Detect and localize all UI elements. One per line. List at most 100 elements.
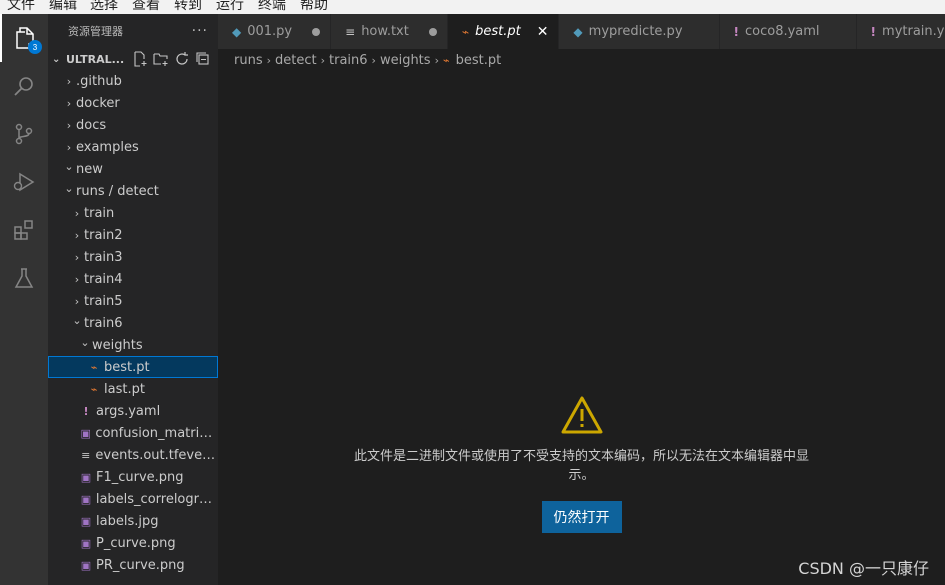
new-file-icon[interactable]	[132, 51, 148, 67]
testing-icon	[14, 268, 34, 288]
file-item[interactable]: ▣ P_curve.png	[48, 532, 218, 554]
file-item[interactable]: ▣ F1_curve.png	[48, 466, 218, 488]
editor-tab[interactable]: ⌁ best.pt ✕	[447, 14, 560, 49]
image-file-icon: ▣	[80, 558, 92, 572]
file-item[interactable]: ≡ events.out.tfeven...	[48, 444, 218, 466]
rss-file-icon: ⌁	[461, 24, 470, 39]
folder-item[interactable]: › examples	[48, 136, 218, 158]
chevron-right-icon: ›	[66, 140, 72, 154]
rss-file-icon: ⌁	[90, 360, 98, 374]
open-anyway-button[interactable]: 仍然打开	[541, 501, 622, 533]
search-activity[interactable]	[0, 62, 48, 110]
tree-item-label: weights	[92, 337, 143, 353]
tree-item-label: events.out.tfeven...	[95, 447, 218, 463]
tree-item-label: last.pt	[104, 381, 145, 397]
extensions-icon	[14, 220, 33, 240]
text-file-icon: ≡	[345, 24, 356, 39]
editor-tab[interactable]: ◆ 001.py	[218, 14, 332, 49]
tree-item-label: train	[84, 205, 115, 221]
more-actions-icon[interactable]: ···	[192, 23, 208, 39]
tab-label: best.pt	[475, 24, 521, 39]
breadcrumb-segment[interactable]: best.pt	[456, 53, 502, 68]
tree-item-label: train6	[84, 315, 123, 331]
chevron-right-icon: ›	[320, 53, 326, 67]
folder-item[interactable]: ⌄ train6	[48, 312, 218, 334]
tree-item-label: labels_correlogra...	[95, 491, 218, 507]
tree-item-label: P_curve.png	[96, 535, 176, 551]
chevron-down-icon: ⌄	[72, 313, 82, 327]
unsaved-dot-icon[interactable]	[428, 27, 437, 36]
new-folder-icon[interactable]	[153, 51, 169, 67]
tree-item-label: train5	[84, 293, 123, 309]
menu-item[interactable]: 运行	[216, 0, 244, 14]
collapse-all-icon[interactable]	[195, 51, 211, 67]
close-icon[interactable]: ✕	[537, 24, 549, 40]
folder-item[interactable]: › train5	[48, 290, 218, 312]
file-item[interactable]: ! args.yaml	[48, 400, 218, 422]
chevron-right-icon: ›	[74, 206, 80, 220]
menu-item[interactable]: 选择	[90, 0, 118, 14]
tree-item-label: .github	[76, 73, 122, 89]
source-control-icon	[15, 123, 33, 145]
unsaved-dot-icon[interactable]	[312, 27, 321, 36]
breadcrumb-segment[interactable]: weights	[380, 53, 431, 68]
folder-item[interactable]: ⌄ new	[48, 158, 218, 180]
rss-file-icon: ⌁	[90, 382, 98, 396]
menu-item[interactable]: 编辑	[49, 0, 77, 14]
editor-tab[interactable]: ! mytrain.ya	[856, 14, 945, 49]
tab-label: how.txt	[361, 24, 409, 39]
breadcrumb-segment[interactable]: train6	[329, 53, 368, 68]
menu-item[interactable]: 帮助	[300, 0, 328, 14]
explorer-badge: 3	[28, 40, 42, 54]
folder-item[interactable]: › train3	[48, 246, 218, 268]
chevron-right-icon: ›	[266, 53, 272, 67]
chevron-down-icon: ⌄	[52, 53, 61, 65]
source-control-activity[interactable]	[0, 110, 48, 158]
search-icon	[14, 77, 33, 96]
run-debug-activity[interactable]	[0, 158, 48, 206]
file-item[interactable]: ⌁ last.pt	[48, 378, 218, 400]
tree-item-label: new	[76, 161, 103, 177]
folder-item[interactable]: › train2	[48, 224, 218, 246]
tab-label: 001.py	[247, 24, 293, 39]
folder-item[interactable]: › .github	[48, 70, 218, 92]
folder-item[interactable]: ⌄ runs / detect	[48, 180, 218, 202]
file-item[interactable]: ⌁ best.pt	[48, 356, 218, 378]
testing-activity[interactable]	[0, 254, 48, 302]
refresh-icon[interactable]	[174, 51, 190, 67]
extensions-activity[interactable]	[0, 206, 48, 254]
editor-tab[interactable]: ! coco8.yaml	[719, 14, 857, 49]
menu-item[interactable]: 终端	[258, 0, 286, 14]
workspace-root[interactable]: ⌄ ULTRAL...	[48, 48, 218, 70]
breadcrumb-segment[interactable]: runs	[234, 53, 263, 68]
tab-label: coco8.yaml	[745, 24, 820, 39]
breadcrumb-segment[interactable]: detect	[275, 53, 317, 68]
editor-tab[interactable]: ≡ how.txt	[331, 14, 448, 49]
folder-item[interactable]: › docker	[48, 92, 218, 114]
file-item[interactable]: ▣ labels_correlogra...	[48, 488, 218, 510]
yaml-file-icon: !	[83, 404, 89, 418]
file-item[interactable]: ▣ PR_curve.png	[48, 554, 218, 576]
image-file-icon: ▣	[80, 514, 92, 528]
menu-item[interactable]: 转到	[174, 0, 202, 14]
yaml-file-icon: !	[870, 24, 877, 39]
folder-item[interactable]: › train4	[48, 268, 218, 290]
chevron-right-icon: ›	[74, 272, 80, 286]
menu-item[interactable]: 文件	[7, 0, 35, 14]
tree-item-label: train2	[84, 227, 123, 243]
tree-item-label: examples	[76, 139, 139, 155]
tree-item-label: labels.jpg	[96, 513, 159, 529]
tree-item-label: runs / detect	[76, 183, 159, 199]
folder-item[interactable]: › docs	[48, 114, 218, 136]
file-item[interactable]: ▣ confusion_matrix....	[48, 422, 218, 444]
file-item[interactable]: ▣ labels.jpg	[48, 510, 218, 532]
explorer-activity[interactable]: 3	[0, 14, 48, 62]
image-file-icon: ▣	[80, 426, 91, 440]
folder-item[interactable]: › train	[48, 202, 218, 224]
chevron-right-icon: ›	[74, 294, 80, 308]
folder-item[interactable]: ⌄ weights	[48, 334, 218, 356]
explorer-title: 资源管理器	[68, 25, 123, 38]
editor-tab[interactable]: ◆ mypredicte.py	[559, 14, 720, 49]
menu-item[interactable]: 查看	[132, 0, 160, 14]
chevron-down-icon: ⌄	[64, 181, 74, 195]
